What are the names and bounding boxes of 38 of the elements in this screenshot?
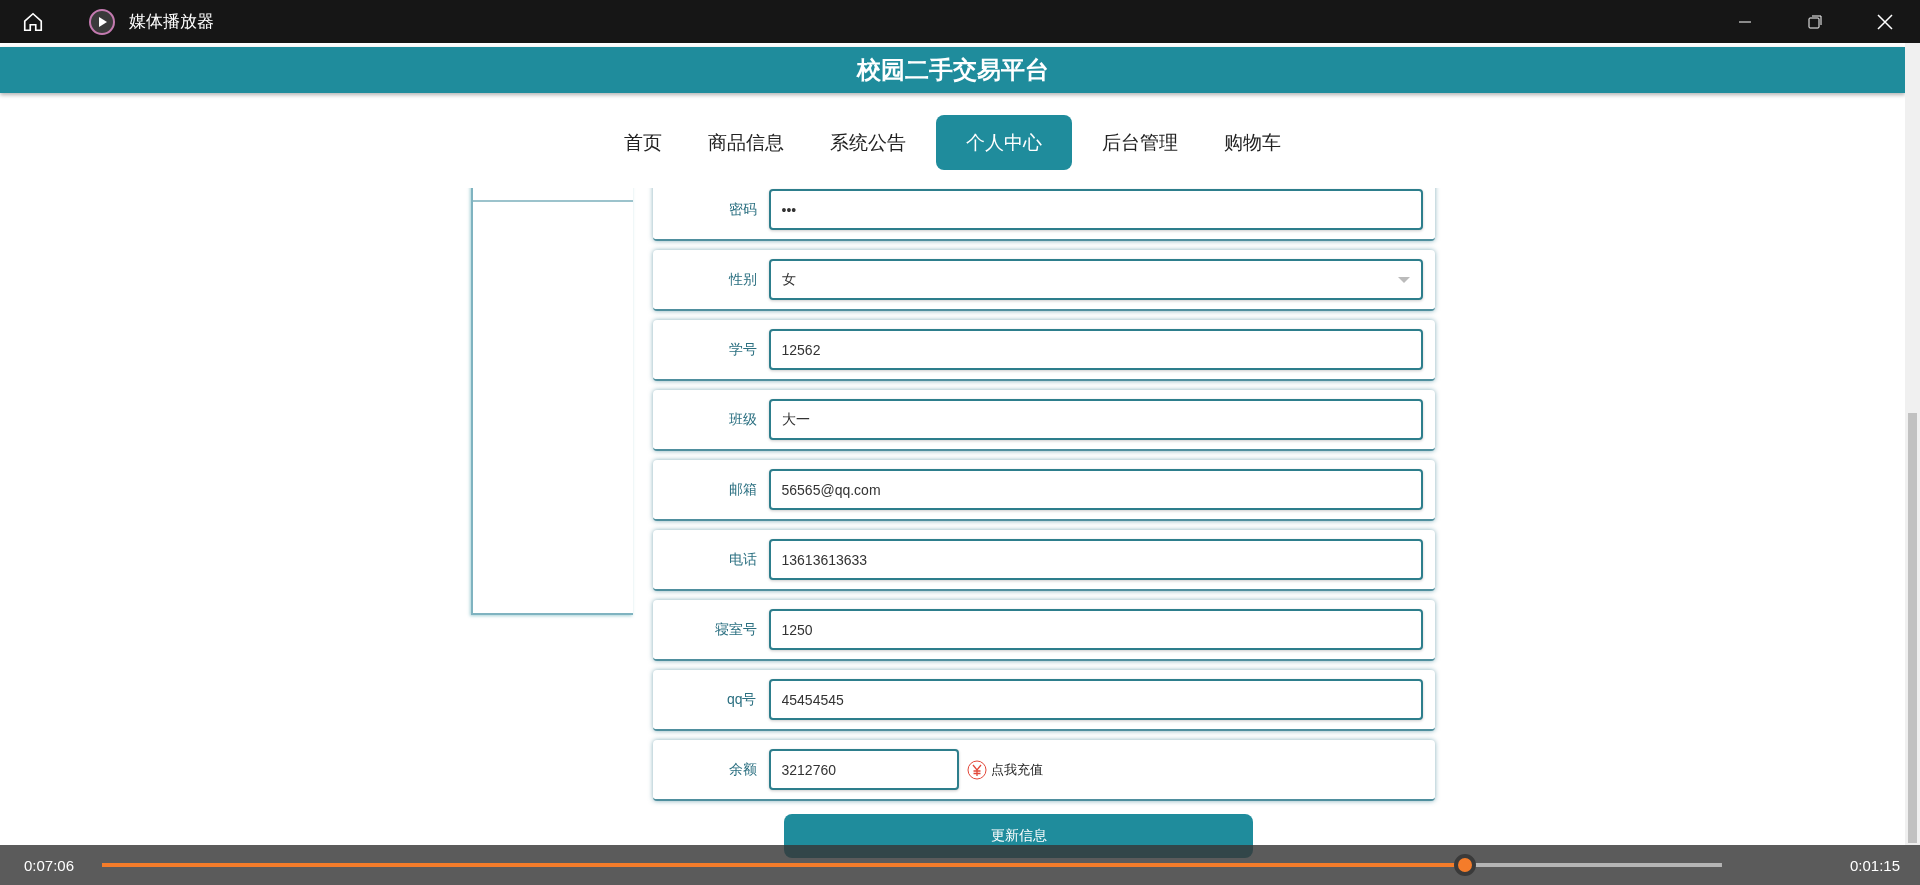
input-field[interactable]: 1250	[768, 609, 1423, 650]
nav-tab[interactable]: 系统公告	[814, 115, 922, 170]
input-field[interactable]: 13613613633	[768, 539, 1423, 580]
input-field[interactable]: •••	[768, 189, 1423, 230]
field-label: qq号	[725, 690, 758, 709]
elapsed-time: 0:07:06	[24, 856, 75, 874]
field-label: 电话	[727, 550, 758, 569]
scrollbar[interactable]	[1905, 43, 1920, 845]
home-icon[interactable]	[22, 10, 44, 33]
recharge-link[interactable]: 点我充值	[966, 759, 1043, 780]
nav-tab[interactable]: 后台管理	[1086, 115, 1194, 170]
nav-tab[interactable]: 首页	[608, 115, 678, 170]
remaining-time: 0:01:15	[1849, 856, 1900, 874]
field-label: 邮箱	[727, 480, 758, 499]
site-title: 校园二手交易平台	[856, 55, 1049, 85]
input-field[interactable]: 56565@qq.com	[768, 469, 1423, 510]
play-logo-icon	[89, 8, 115, 35]
field-label: 班级	[727, 410, 758, 429]
nav-tab[interactable]: 购物车	[1208, 115, 1297, 170]
field-label: 寝室号	[713, 620, 758, 639]
input-field[interactable]: 12562	[768, 329, 1423, 370]
yen-icon	[966, 759, 987, 780]
close-icon	[1877, 13, 1893, 30]
field-label: 余额	[727, 760, 758, 779]
field-label: 性别	[727, 270, 758, 289]
field-label: 密码	[727, 200, 758, 219]
balance-field[interactable]: 3212760	[768, 749, 959, 790]
input-field[interactable]: 大一	[768, 399, 1423, 440]
input-field[interactable]: 45454545	[768, 679, 1423, 720]
minimize-icon	[1738, 20, 1752, 23]
caret-icon	[1397, 276, 1410, 283]
app-title: 媒体播放器	[129, 11, 214, 33]
nav-tab[interactable]: 商品信息	[692, 115, 800, 170]
restore-icon	[1808, 14, 1822, 29]
field-label: 学号	[727, 340, 758, 359]
gender-select[interactable]: 女	[768, 259, 1423, 300]
seek-handle[interactable]	[1453, 854, 1476, 876]
nav-tab[interactable]: 个人中心	[936, 115, 1072, 170]
